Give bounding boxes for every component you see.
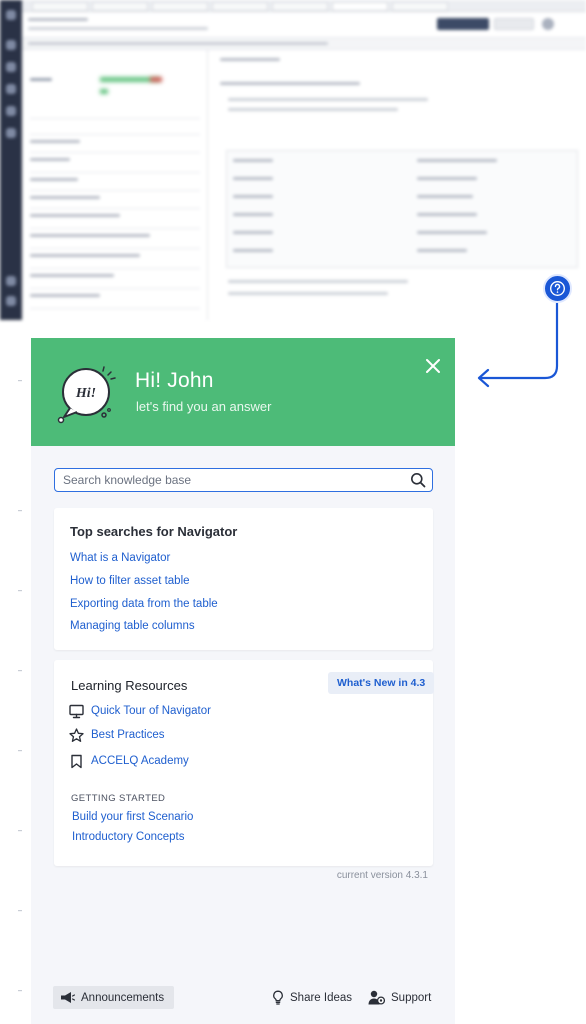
- share-ideas-button[interactable]: Share Ideas: [272, 986, 352, 1009]
- learning-resources-title: Learning Resources: [71, 678, 188, 693]
- app-detail-panel: [226, 150, 578, 268]
- getting-started-link[interactable]: Build your first Scenario: [72, 811, 193, 823]
- close-button[interactable]: [421, 354, 445, 378]
- top-search-link[interactable]: Managing table columns: [70, 620, 195, 632]
- megaphone-icon: [61, 992, 75, 1003]
- background-application: [0, 0, 586, 320]
- share-ideas-label: Share Ideas: [290, 991, 353, 1004]
- resource-link-best-practices[interactable]: Best Practices: [91, 729, 165, 741]
- widget-header: Hi! Hi! John let's find you an answer: [31, 338, 455, 446]
- greeting-title: Hi! John: [135, 369, 214, 392]
- resource-link-quick-tour[interactable]: Quick Tour of Navigator: [91, 705, 211, 717]
- app-subheader: [22, 38, 586, 50]
- search-icon[interactable]: [410, 472, 426, 488]
- app-sidebar: [0, 0, 22, 320]
- svg-text:Hi!: Hi!: [75, 386, 96, 401]
- top-searches-title: Top searches for Navigator: [70, 524, 238, 539]
- question-circle-icon: [550, 281, 565, 296]
- lightbulb-icon: [273, 990, 283, 1005]
- star-icon: [69, 728, 84, 742]
- learning-resources-card: Learning Resources What's New in 4.3 Qui…: [54, 660, 435, 866]
- greeting-subtitle: let's find you an answer: [136, 399, 272, 414]
- monitor-icon: [69, 704, 84, 719]
- close-icon: [426, 359, 440, 373]
- support-person-icon: [368, 990, 385, 1005]
- search-field[interactable]: [54, 468, 433, 492]
- hi-speech-bubble-logo: Hi!: [57, 366, 116, 424]
- top-search-link[interactable]: What is a Navigator: [70, 552, 170, 564]
- support-button[interactable]: Support: [368, 986, 431, 1009]
- top-search-link[interactable]: How to filter asset table: [70, 575, 190, 587]
- getting-started-link[interactable]: Introductory Concepts: [72, 831, 185, 843]
- top-searches-card: Top searches for Navigator What is a Nav…: [54, 508, 433, 650]
- resource-link-academy[interactable]: ACCELQ Academy: [91, 755, 189, 767]
- help-widget: Hi! Hi! John let's find you an answer To…: [31, 338, 455, 1024]
- bookmark-icon: [71, 754, 82, 769]
- whats-new-button[interactable]: What's New in 4.3: [328, 672, 435, 694]
- getting-started-label: GETTING STARTED: [71, 793, 166, 804]
- left-edge-guides: [18, 380, 22, 992]
- browser-tabs: [22, 0, 586, 12]
- top-search-link[interactable]: Exporting data from the table: [70, 598, 218, 610]
- support-label: Support: [391, 991, 432, 1004]
- version-text: current version 4.3.1: [336, 870, 428, 881]
- app-left-panel: [22, 50, 208, 320]
- announcements-button[interactable]: Announcements: [53, 986, 175, 1009]
- search-input[interactable]: [63, 471, 403, 489]
- announcements-label: Announcements: [81, 991, 165, 1004]
- help-button[interactable]: [543, 274, 572, 303]
- app-header: [22, 12, 586, 38]
